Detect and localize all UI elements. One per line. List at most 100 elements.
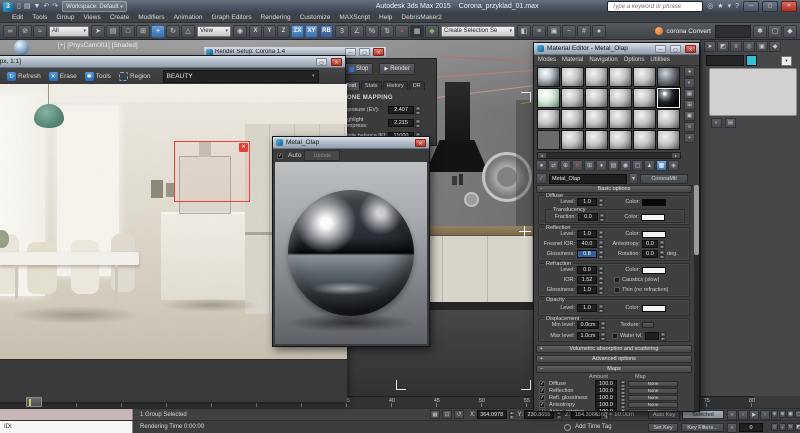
render-setup-icon[interactable]: ✱ bbox=[753, 25, 767, 38]
zoom-icon[interactable]: ⊕ bbox=[771, 410, 778, 418]
rendered-frame-window-icon[interactable]: ▢ bbox=[768, 25, 782, 38]
map-none-button[interactable]: None bbox=[628, 402, 678, 408]
refraction-level-field[interactable]: 0.0 bbox=[577, 266, 597, 274]
options2-icon[interactable]: ◈ bbox=[668, 160, 679, 171]
set-key-button[interactable]: Set Key bbox=[648, 423, 678, 432]
communication-center-icon[interactable]: ★ bbox=[716, 2, 724, 12]
sample-tiling-icon[interactable]: ⊞ bbox=[684, 100, 695, 110]
material-sample-slot[interactable] bbox=[585, 88, 608, 108]
workspace-dropdown[interactable]: Workspace: Default▾ bbox=[62, 1, 127, 12]
material-name-dropdown[interactable]: Metal_Olap bbox=[549, 174, 627, 184]
spinner[interactable]: ▴▾ bbox=[599, 213, 605, 221]
selection-filter-dropdown[interactable]: All▾ bbox=[49, 26, 89, 37]
maximize-button[interactable]: ▢ bbox=[316, 58, 327, 66]
map-enable-checkbox[interactable]: ✓ bbox=[539, 402, 545, 408]
menu-item[interactable]: Modifiers bbox=[138, 14, 164, 21]
map-enable-checkbox[interactable]: ✓ bbox=[539, 381, 545, 387]
maps-rollout[interactable]: −Maps bbox=[536, 365, 692, 373]
map-amount-field[interactable]: 100.0 bbox=[595, 408, 617, 412]
maximize-viewport-icon[interactable]: ◩ bbox=[795, 423, 800, 431]
menu-item[interactable]: Material bbox=[562, 57, 583, 63]
mirror-icon[interactable]: ◧ bbox=[517, 25, 531, 38]
map-enable-checkbox[interactable]: ✓ bbox=[539, 409, 545, 412]
reset-material-icon[interactable]: ✕ bbox=[572, 160, 583, 171]
spinner[interactable]: ▴▾ bbox=[659, 240, 665, 248]
utilities-tab-icon[interactable]: ◆ bbox=[769, 41, 781, 52]
create-tab-icon[interactable]: ➤ bbox=[704, 41, 716, 52]
scroll-right-icon[interactable]: ▸ bbox=[672, 153, 680, 158]
go-to-parent-icon[interactable]: ▲ bbox=[644, 160, 655, 171]
spinner[interactable]: ▴▾ bbox=[598, 304, 604, 312]
update-button[interactable]: Update bbox=[304, 150, 340, 161]
displacement-max-field[interactable]: 1.0cm bbox=[577, 332, 599, 340]
menu-item[interactable]: Group bbox=[56, 14, 74, 21]
current-frame-field[interactable]: 0 bbox=[739, 423, 763, 432]
selection-lock-icon[interactable]: ▦ bbox=[430, 410, 440, 419]
time-slider[interactable] bbox=[26, 397, 42, 407]
spinner[interactable]: ▴▾ bbox=[600, 321, 606, 329]
material-name-dropdown-arrow[interactable]: ▾ bbox=[629, 173, 638, 184]
zoom-all-icon[interactable]: ⊞ bbox=[779, 410, 786, 418]
caustics-checkbox[interactable] bbox=[614, 277, 620, 283]
preview-titlebar[interactable]: Metal_Olap ✕ bbox=[273, 137, 429, 149]
spinner[interactable]: ▴▾ bbox=[415, 106, 421, 114]
select-and-rotate-icon[interactable]: ↻ bbox=[166, 25, 180, 38]
axis-constraint-button[interactable]: X bbox=[249, 25, 262, 38]
absolute-mode-icon[interactable]: ⊡ bbox=[442, 410, 452, 419]
map-none-button[interactable]: None bbox=[628, 409, 678, 412]
auto-checkbox[interactable]: ✓ bbox=[277, 153, 283, 159]
undo-icon[interactable]: ↶ bbox=[42, 2, 50, 12]
erase-button[interactable]: ✕Erase bbox=[45, 70, 81, 82]
select-by-material-icon[interactable]: + bbox=[684, 133, 695, 143]
translucency-fraction-field[interactable]: 0.0 bbox=[578, 213, 598, 221]
material-sample-slot[interactable] bbox=[561, 67, 584, 87]
spinner[interactable]: ▴▾ bbox=[659, 250, 665, 258]
options-icon[interactable]: ≡ bbox=[684, 122, 695, 132]
menu-item[interactable]: Options bbox=[624, 57, 645, 63]
object-color-swatch[interactable] bbox=[746, 55, 757, 66]
scrollbar-thumb[interactable] bbox=[694, 185, 699, 255]
reflection-color-swatch[interactable] bbox=[642, 231, 666, 238]
maximize-button[interactable]: ▢ bbox=[670, 45, 681, 53]
show-end-result-icon[interactable]: ▢ bbox=[632, 160, 643, 171]
make-unique-icon[interactable]: ⊞ bbox=[584, 160, 595, 171]
stop-render-button[interactable]: Stop bbox=[344, 63, 373, 75]
material-sample-slot[interactable] bbox=[585, 130, 608, 150]
move-gizmo[interactable] bbox=[519, 226, 531, 238]
opacity-level-field[interactable]: 1.0 bbox=[577, 304, 597, 312]
map-enable-checkbox[interactable]: ✓ bbox=[539, 388, 545, 394]
material-sample-slot[interactable] bbox=[561, 109, 584, 129]
max-logo-icon[interactable]: 3 bbox=[3, 2, 13, 12]
material-sample-slot[interactable] bbox=[657, 67, 680, 87]
channel-dropdown[interactable]: BEAUTY▾ bbox=[163, 70, 319, 83]
select-by-name-icon[interactable]: ▤ bbox=[106, 25, 120, 38]
percent-snap-icon[interactable]: % bbox=[365, 25, 379, 38]
spinner[interactable]: ▴▾ bbox=[598, 276, 604, 284]
vfb-panel-tab[interactable]: Stats bbox=[361, 81, 382, 90]
orbit-icon[interactable]: ↻ bbox=[787, 423, 794, 431]
material-sample-slot[interactable] bbox=[585, 109, 608, 129]
schematic-view-icon[interactable]: # bbox=[577, 25, 591, 38]
rollout-scrollbar[interactable] bbox=[694, 185, 699, 411]
zoom-extents-icon[interactable]: ▣ bbox=[787, 410, 794, 418]
unlink-selection-icon[interactable]: ⊘ bbox=[18, 25, 32, 38]
close-button[interactable]: ✕ bbox=[781, 1, 797, 12]
material-sample-slot[interactable] bbox=[537, 130, 560, 150]
put-to-library-icon[interactable]: ♦ bbox=[596, 160, 607, 171]
water-level-checkbox[interactable] bbox=[612, 333, 618, 339]
region-button[interactable]: Region bbox=[115, 70, 155, 82]
add-time-tag[interactable]: Add Time Tag bbox=[575, 424, 612, 430]
curve-editor-icon[interactable]: ~ bbox=[562, 25, 576, 38]
maximize-button[interactable]: ▢ bbox=[359, 48, 370, 56]
script-red-icon[interactable]: ▪ bbox=[395, 25, 409, 38]
material-sample-slot[interactable] bbox=[537, 109, 560, 129]
spinner[interactable]: ▴▾ bbox=[598, 198, 604, 206]
open-file-icon[interactable]: ▤ bbox=[23, 2, 32, 12]
rotation-field[interactable]: 0.0 bbox=[642, 250, 658, 258]
play-icon[interactable]: ▶ bbox=[749, 410, 759, 420]
minimize-button[interactable]: — bbox=[345, 48, 356, 56]
put-material-icon[interactable]: ⇄ bbox=[548, 160, 559, 171]
window-crossing-icon[interactable]: ⊞ bbox=[136, 25, 150, 38]
vfb-panel-tab[interactable]: DR bbox=[409, 81, 425, 90]
spinner[interactable]: ▴▾ bbox=[598, 250, 604, 258]
